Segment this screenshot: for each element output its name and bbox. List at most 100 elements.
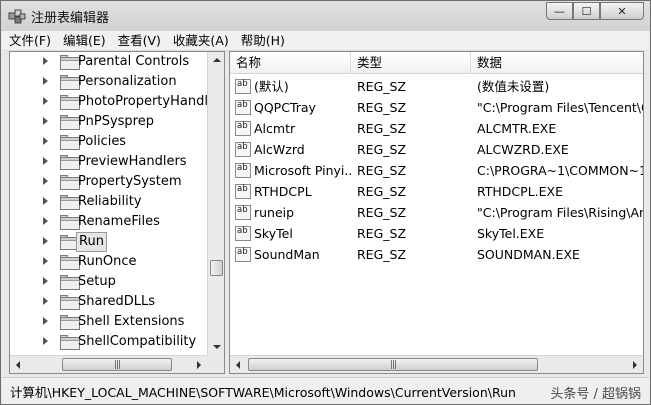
value-data: C:\PROGRA~1\COMMON~1 (477, 163, 644, 178)
expand-arrow-icon[interactable] (43, 177, 48, 185)
value-type: REG_SZ (357, 79, 407, 94)
tree-item-label: Reliability (78, 194, 142, 209)
title-bar[interactable]: 注册表编辑器 — ☐ ✕ (1, 1, 650, 31)
scroll-left-arrow-icon[interactable] (236, 361, 240, 369)
tree-item[interactable]: PhotoPropertyHandler (10, 92, 221, 112)
tree-item[interactable]: PreviewHandlers (10, 152, 207, 172)
tree-item-label: Personalization (78, 74, 177, 89)
value-type: REG_SZ (357, 100, 407, 115)
value-row[interactable]: ab (默认) REG_SZ (数值未设置) (230, 76, 643, 97)
values-horizontal-scrollbar[interactable]: ||| (230, 355, 643, 373)
minimize-button[interactable]: — (546, 2, 573, 20)
tree-item[interactable]: PropertySystem (10, 172, 207, 192)
tree-item[interactable]: RunOnce (10, 252, 207, 272)
tree-item-label: RenameFiles (78, 214, 160, 229)
tree-item[interactable]: Policies (10, 132, 207, 152)
menu-file[interactable]: 文件(F) (2, 31, 57, 51)
expand-arrow-icon[interactable] (43, 197, 48, 205)
tree-horizontal-scroll-thumb[interactable]: ||| (62, 358, 172, 371)
string-value-icon: ab (235, 79, 251, 94)
scroll-left-arrow-icon[interactable] (16, 361, 20, 369)
expand-arrow-icon[interactable] (43, 97, 48, 105)
close-button[interactable]: ✕ (600, 2, 644, 20)
current-key-path: 计算机\HKEY_LOCAL_MACHINE\SOFTWARE\Microsof… (10, 385, 516, 400)
expand-arrow-icon[interactable] (43, 277, 48, 285)
tree-item[interactable]: Parental Controls (10, 52, 207, 72)
scroll-down-arrow-icon[interactable] (213, 345, 221, 349)
tree-item-label: Shell Extensions (78, 314, 185, 329)
minimize-icon: — (554, 4, 565, 18)
tree-item-label: Parental Controls (78, 54, 190, 69)
value-type: REG_SZ (357, 142, 407, 157)
tree-item[interactable]: RenameFiles (10, 212, 207, 232)
scroll-up-arrow-icon[interactable] (213, 58, 221, 62)
column-header-type[interactable]: 类型 (351, 52, 471, 74)
value-type: REG_SZ (357, 121, 407, 136)
value-name: SkyTel (254, 226, 293, 241)
column-header-name[interactable]: 名称 (230, 52, 351, 74)
string-value-icon: ab (235, 100, 251, 115)
string-value-icon: ab (235, 184, 251, 199)
scroll-right-arrow-icon[interactable] (197, 361, 201, 369)
menu-favorites[interactable]: 收藏夹(A) (167, 31, 235, 51)
tree-item-label: PropertySystem (78, 174, 182, 189)
string-value-icon: ab (235, 163, 251, 178)
expand-arrow-icon[interactable] (43, 297, 48, 305)
menu-view[interactable]: 查看(V) (112, 31, 167, 51)
expand-arrow-icon[interactable] (43, 157, 48, 165)
value-data: "C:\Program Files\Rising\Ant (477, 205, 644, 220)
expand-arrow-icon[interactable] (43, 217, 48, 225)
tree-item-label: SharedDLLs (78, 294, 156, 309)
value-name: SoundMan (254, 247, 320, 262)
expand-arrow-icon[interactable] (43, 317, 48, 325)
maximize-icon: ☐ (581, 4, 592, 18)
key-tree-pane: Parental Controls Personalization PhotoP… (9, 51, 225, 374)
close-icon: ✕ (617, 4, 627, 18)
tree-item-selected[interactable]: Run (10, 232, 207, 252)
value-row[interactable]: ab SkyTel REG_SZ SkyTel.EXE (230, 223, 643, 244)
column-header: 名称 类型 数据 (230, 52, 643, 74)
value-row[interactable]: ab Microsoft Pinyi... REG_SZ C:\PROGRA~1\CO… (230, 160, 643, 181)
expand-arrow-icon[interactable] (43, 57, 48, 65)
value-row[interactable]: ab RTHDCPL REG_SZ RTHDCPL.EXE (230, 181, 643, 202)
scroll-right-arrow-icon[interactable] (633, 361, 637, 369)
tree-item[interactable]: Personalization (10, 72, 207, 92)
value-type: REG_SZ (357, 184, 407, 199)
tree-horizontal-scrollbar[interactable]: ||| (10, 355, 207, 373)
expand-arrow-icon[interactable] (43, 337, 48, 345)
string-value-icon: ab (235, 121, 251, 136)
values-list: ab (默认) REG_SZ (数值未设置) ab QQPCTray REG_SZ "C:… (230, 76, 643, 265)
value-row[interactable]: ab QQPCTray REG_SZ "C:\Program Files\Tence… (230, 97, 643, 118)
tree-vertical-scroll-thumb[interactable] (210, 260, 223, 276)
string-value-icon: ab (235, 247, 251, 262)
tree-item[interactable]: Reliability (10, 192, 207, 212)
menu-help[interactable]: 帮助(H) (235, 31, 291, 51)
value-type: REG_SZ (357, 247, 407, 262)
tree-item[interactable]: PnPSysprep (10, 112, 207, 132)
column-header-data[interactable]: 数据 (471, 52, 643, 74)
tree-vertical-scrollbar[interactable] (207, 52, 224, 355)
value-row[interactable]: ab Alcmtr REG_SZ ALCMTR.EXE (230, 118, 643, 139)
expand-arrow-icon[interactable] (43, 237, 48, 245)
value-name: runeip (254, 205, 295, 220)
value-row[interactable]: ab runeip REG_SZ "C:\Program Files\Rising\A… (230, 202, 643, 223)
expand-arrow-icon[interactable] (43, 77, 48, 85)
tree-item[interactable]: ShellCompatibility (10, 332, 207, 352)
scroll-grip: ||| (113, 359, 121, 370)
value-row[interactable]: ab SoundMan REG_SZ SOUNDMAN.EXE (230, 244, 643, 265)
tree-item-label: PreviewHandlers (78, 154, 187, 169)
tree-item[interactable]: SharedDLLs (10, 292, 207, 312)
expand-arrow-icon[interactable] (43, 117, 48, 125)
value-name: AlcWzrd (254, 142, 305, 157)
menu-edit[interactable]: 编辑(E) (57, 31, 112, 51)
window-controls: — ☐ ✕ (546, 2, 644, 20)
maximize-button[interactable]: ☐ (573, 2, 600, 20)
expand-arrow-icon[interactable] (43, 137, 48, 145)
value-row[interactable]: ab AlcWzrd REG_SZ ALCWZRD.EXE (230, 139, 643, 160)
expand-arrow-icon[interactable] (43, 257, 48, 265)
values-horizontal-scroll-thumb[interactable]: ||| (248, 358, 538, 371)
value-type: REG_SZ (357, 163, 407, 178)
tree-item[interactable]: Setup (10, 272, 207, 292)
tree-item[interactable]: Shell Extensions (10, 312, 207, 332)
value-data: ALCWZRD.EXE (477, 142, 569, 157)
